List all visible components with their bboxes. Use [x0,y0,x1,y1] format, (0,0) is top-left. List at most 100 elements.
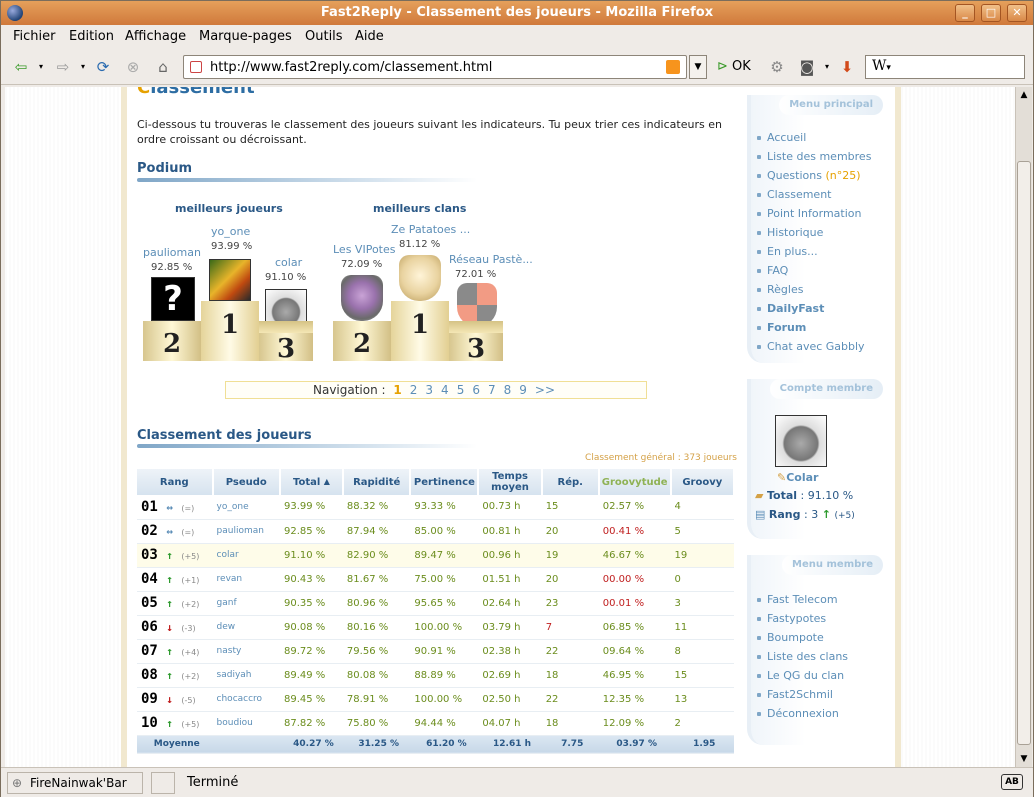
sidebar-item-en-plus[interactable]: En plus... [757,245,818,258]
col-pseudo[interactable]: Pseudo [212,469,281,495]
podium-clan-2-name[interactable]: Les VIPotes [333,243,395,256]
page-link-5[interactable]: 5 [457,383,465,397]
sidebar-item-regles[interactable]: Règles [756,283,803,296]
sidebar-item-accueil[interactable]: Accueil [756,131,806,144]
status-image-icon[interactable] [151,772,175,794]
scroll-down-icon[interactable]: ▼ [1016,751,1032,767]
menu-aide[interactable]: Aide [355,29,384,44]
pseudo-link[interactable]: paulioman [212,519,280,544]
pseudo-link[interactable]: yo_one [212,495,280,520]
page-link-9[interactable]: 9 [519,383,527,397]
camera-icon[interactable]: ◙ [797,57,817,77]
url-dropdown-button[interactable]: ▼ [689,55,707,79]
podium-player-3-name[interactable]: colar [275,256,302,269]
back-icon[interactable]: ⇦ [11,57,31,77]
minimize-button[interactable]: _ [955,4,975,22]
sidebar-item-deconnexion[interactable]: Déconnexion [757,707,839,720]
rank-delta: (+1) [181,576,200,585]
go-button[interactable]: ⊳ OK [717,59,751,74]
sidebar-item-fast-telecom[interactable]: Fast Telecom [757,593,838,606]
podium-player-1-name[interactable]: yo_one [211,225,250,238]
edit-profile-icon[interactable]: ✎ [777,471,786,484]
page-link-next[interactable]: >> [535,383,555,397]
maximize-button[interactable]: □ [981,4,1001,22]
col-rang[interactable]: Rang [137,469,214,495]
col-pertinence[interactable]: Pertinence [410,469,480,495]
back-dropdown-icon[interactable]: ▾ [31,57,51,77]
page-link-2[interactable]: 2 [410,383,418,397]
col-rapidite[interactable]: Rapidité [342,469,412,495]
camera-dropdown-icon[interactable]: ▾ [817,57,837,77]
reload-icon[interactable]: ⟳ [93,57,113,77]
pseudo-link[interactable]: revan [212,567,280,592]
sidebar-item-fastypotes[interactable]: Fastypotes [756,612,826,625]
page-link-4[interactable]: 4 [441,383,449,397]
sidebar-item-questions[interactable]: Questions (n°25) [757,169,861,182]
page-link-8[interactable]: 8 [504,383,512,397]
menu-marque-pages[interactable]: Marque-pages [199,29,292,44]
search-field[interactable]: W▾ [865,55,1025,79]
sidebar-item-liste-membres[interactable]: Liste des membres [756,150,871,163]
pseudo-link[interactable]: ganf [212,591,280,616]
menu-outils[interactable]: Outils [305,29,343,44]
sidebar-item-dailyfast[interactable]: DailyFast [756,302,824,315]
sidebar-item-historique[interactable]: Historique [756,226,823,239]
clan-vipotes-emblem-icon[interactable] [341,275,383,321]
sidebar-item-boumpote[interactable]: Boumpote [757,631,824,644]
groovytude-cell: 09.64 % [598,639,671,664]
page-link-3[interactable]: 3 [425,383,433,397]
scroll-up-icon[interactable]: ▲ [1016,87,1032,103]
sidebar-item-liste-clans[interactable]: Liste des clans [756,650,848,663]
vertical-scrollbar[interactable]: ▲ ▼ [1015,87,1032,767]
clan-podium-step-3: 3 [449,333,503,364]
menu-fichier[interactable]: Fichier [13,29,56,44]
avatar-yo_one[interactable] [209,259,251,301]
url-field[interactable]: http://www.fast2reply.com/classement.htm… [183,55,687,79]
page-link-1[interactable]: 1 [393,383,401,397]
clan-ze-patatoes-emblem-icon[interactable] [399,255,441,301]
page-link-6[interactable]: 6 [472,383,480,397]
sidebar-item-qg-clan[interactable]: Le QG du clan [756,669,844,682]
col-groovy[interactable]: Groovy [670,469,736,495]
podium-step-3: 3 [259,333,313,364]
sidebar-item-faq[interactable]: FAQ [756,264,788,277]
pseudo-link[interactable]: sadiyah [212,663,280,688]
col-rep[interactable]: Rép. [541,469,600,495]
forward-dropdown-icon[interactable]: ▾ [73,57,93,77]
menu-affichage[interactable]: Affichage [125,29,186,44]
pseudo-link[interactable]: chocaccro [212,687,280,712]
menu-edition[interactable]: Edition [69,29,114,44]
sidebar-item-fast2schmil[interactable]: Fast2Schmil [757,688,833,701]
podium-player-2-name[interactable]: paulioman [143,246,201,259]
forward-icon[interactable]: ⇨ [53,57,73,77]
page-link-7[interactable]: 7 [488,383,496,397]
download-icon[interactable]: ⬇ [837,57,857,77]
pseudo-link[interactable]: colar [212,543,280,568]
home-icon[interactable]: ⌂ [153,57,173,77]
gear-icon[interactable]: ⚙ [767,57,787,77]
firenainwak-bar-button[interactable]: ⊕ FireNainwak'Bar [7,772,143,794]
sidebar-item-chat[interactable]: Chat avec Gabbly [757,340,865,353]
col-temps-moyen[interactable]: Temps moyen [478,469,543,495]
account-avatar[interactable] [775,415,827,467]
sidebar-item-point-information[interactable]: Point Information [756,207,861,220]
scroll-thumb[interactable] [1017,161,1031,745]
rss-icon[interactable] [666,60,680,74]
close-button[interactable]: ✕ [1007,4,1027,22]
pseudo-link[interactable]: nasty [212,639,280,664]
sidebar-item-forum[interactable]: Forum [756,321,806,334]
col-groovytude[interactable]: Groovytude [598,469,672,495]
col-total[interactable]: Total ▲ [279,469,344,495]
podium-clan-3-name[interactable]: Réseau Pastè... [449,253,533,266]
temps-cell: 01.51 h [478,567,542,592]
adblock-icon[interactable]: AB [1001,774,1023,790]
podium-clan-1-name[interactable]: Ze Patatoes ... [391,223,470,236]
account-username[interactable]: ✎Colar [777,471,818,484]
sidebar-item-classement[interactable]: Classement [756,188,831,201]
pseudo-link[interactable]: dew [212,615,280,640]
stop-icon[interactable]: ⊗ [123,57,143,77]
rep-cell: 22 [541,687,599,712]
groovytude-cell: 46.67 % [598,543,671,568]
pseudo-link[interactable]: boudiou [212,711,280,736]
avatar-paulioman[interactable]: ? [151,277,195,321]
